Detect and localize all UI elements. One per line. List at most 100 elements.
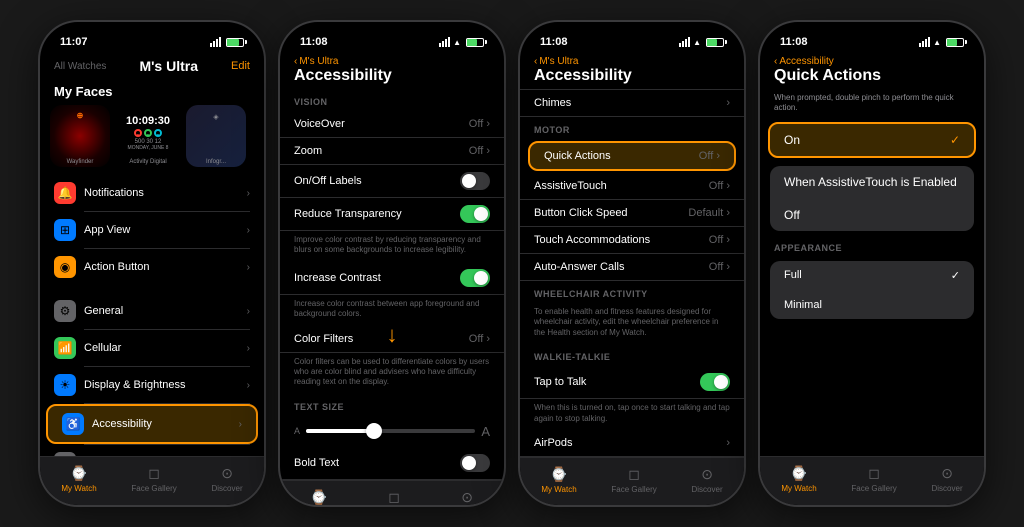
status-icons-3: ▲ (679, 37, 724, 47)
row-chimes[interactable]: Chimes › (520, 89, 744, 117)
tab-facegallery-2[interactable]: ◻ Face Gallery (371, 489, 416, 505)
zoom-label: Zoom (294, 145, 322, 157)
quickactions-label: Quick Actions (544, 150, 611, 162)
settings-siri[interactable]: 🎙 Siri › (40, 445, 264, 456)
tab-facegallery-1[interactable]: ◻ Face Gallery (131, 465, 176, 493)
boldtext-label: Bold Text (294, 457, 339, 469)
phone-4-content: ‹ Accessibility Quick Actions When promp… (760, 54, 984, 505)
row-assistivetouch[interactable]: AssistiveTouch Off › (520, 173, 744, 200)
phone-4: 11:08 ▲ ‹ Accessibility Quick Actions (758, 20, 986, 507)
phone-1-edit[interactable]: Edit (231, 60, 250, 72)
option-on-checkmark: ✓ (950, 133, 960, 147)
notifications-label: Notifications (84, 187, 239, 199)
appearance-minimal[interactable]: Minimal (770, 291, 974, 319)
tab-discover-label-1: Discover (212, 484, 243, 493)
settings-accessibility[interactable]: ♿ Accessibility › (46, 404, 258, 444)
accessibility-icon: ♿ (62, 413, 84, 435)
watch-face-wayfinder[interactable]: ⊕ Wayfinder (50, 105, 110, 167)
slider-label-small: A (294, 426, 300, 436)
row-onofflabels[interactable]: On/Off Labels (280, 165, 504, 198)
display-label: Display & Brightness (84, 379, 239, 391)
option-off-label: Off (784, 208, 800, 222)
onofflabels-toggle[interactable] (460, 172, 490, 190)
actionbutton-icon: ◉ (54, 256, 76, 278)
row-zoom[interactable]: Zoom Off › (280, 138, 504, 165)
dropdown-off[interactable]: Off (770, 199, 974, 231)
settings-display[interactable]: ☀ Display & Brightness › (40, 367, 264, 403)
settings-cellular[interactable]: 📶 Cellular › (40, 330, 264, 366)
status-bar-3: 11:08 ▲ (520, 22, 744, 54)
taptotalk-label: Tap to Talk (534, 376, 586, 388)
appearance-full-label: Full (784, 269, 802, 281)
settings-notifications[interactable]: 🔔 Notifications › (40, 175, 264, 211)
settings-actionbutton[interactable]: ◉ Action Button › (40, 249, 264, 285)
back-link-3[interactable]: ‹ M's Ultra (534, 56, 730, 67)
tab-discover-3[interactable]: ⊙ Discover (692, 466, 723, 494)
page-title-3: Accessibility (534, 67, 730, 85)
watch-face-activity[interactable]: 10:09:30 ● ● ● 500 30 12 MONDAY, JUNE 8 … (118, 105, 178, 167)
siri-icon: 🎙 (54, 452, 76, 456)
tab-facegallery-4[interactable]: ◻ Face Gallery (851, 465, 896, 493)
back-link-2[interactable]: ‹ M's Ultra (294, 56, 490, 67)
row-quickactions[interactable]: Quick Actions Off › (530, 143, 734, 169)
row-boldtext[interactable]: Bold Text (280, 447, 504, 480)
status-icons-4: ▲ (919, 37, 964, 47)
accessibility-chevron: › (239, 419, 242, 430)
nav-tabs-2: ⌚ My Watch ◻ Face Gallery ⊙ Discover (280, 480, 504, 505)
slider-thumb[interactable] (366, 423, 382, 439)
row-reducetransparency[interactable]: Reduce Transparency (280, 198, 504, 231)
boldtext-toggle[interactable] (460, 454, 490, 472)
status-bar-2: 11:08 ▲ (280, 22, 504, 54)
row-buttonclickspeed[interactable]: Button Click Speed Default › (520, 200, 744, 227)
page-title-4: Quick Actions (774, 67, 970, 85)
status-bar-4: 11:08 ▲ (760, 22, 984, 54)
tab-discover-2[interactable]: ⊙ Discover (452, 489, 483, 505)
mywatch-icon-2: ⌚ (310, 489, 327, 505)
facegallery-icon-4: ◻ (868, 465, 880, 482)
phone-2-screen: 11:08 ▲ ‹ M's Ultra Accessibility (280, 22, 504, 505)
tab-discover-4[interactable]: ⊙ Discover (932, 465, 963, 493)
dropdown-group: When AssistiveTouch is Enabled Off (770, 166, 974, 231)
tab-facegallery-3[interactable]: ◻ Face Gallery (611, 466, 656, 494)
voiceover-value: Off › (469, 118, 490, 130)
appview-icon: ⊞ (54, 219, 76, 241)
tab-discover-1[interactable]: ⊙ Discover (212, 465, 243, 493)
phone-3-screen: 11:08 ▲ ‹ M's Ultra Accessibility (520, 22, 744, 505)
tab-mywatch-3[interactable]: ⌚ My Watch (541, 466, 576, 494)
section-textsize: TEXT SIZE (280, 394, 504, 416)
chimes-label: Chimes (534, 97, 571, 109)
tab-mywatch-2[interactable]: ⌚ My Watch (301, 489, 336, 505)
time-4: 11:08 (780, 36, 808, 48)
display-icon: ☀ (54, 374, 76, 396)
back-link-4[interactable]: ‹ Accessibility (774, 56, 970, 67)
nav-tabs-1: ⌚ My Watch ◻ Face Gallery ⊙ Discover (40, 456, 264, 505)
battery-3 (706, 38, 724, 47)
buttonclickspeed-label: Button Click Speed (534, 207, 628, 219)
row-airpods[interactable]: AirPods › (520, 430, 744, 457)
appearance-minimal-label: Minimal (784, 299, 822, 311)
general-icon: ⚙ (54, 300, 76, 322)
battery-4 (946, 38, 964, 47)
row-increasecontrast[interactable]: Increase Contrast (280, 262, 504, 295)
assistivetouch-value: Off › (709, 180, 730, 192)
row-taptotalk[interactable]: Tap to Talk (520, 366, 744, 399)
settings-appview[interactable]: ⊞ App View › (40, 212, 264, 248)
tab-mywatch-4[interactable]: ⌚ My Watch (781, 465, 816, 493)
taptotalk-toggle[interactable] (700, 373, 730, 391)
row-autoanswer[interactable]: Auto-Answer Calls Off › (520, 254, 744, 281)
dropdown-on[interactable]: On ✓ (770, 124, 974, 156)
reducetransparency-toggle[interactable] (460, 205, 490, 223)
dropdown-assistivetouch[interactable]: When AssistiveTouch is Enabled (770, 166, 974, 199)
watch-face-infograph[interactable]: ◈ Infogr... (186, 105, 246, 167)
appearance-full[interactable]: Full ✓ (770, 261, 974, 291)
increasecontrast-toggle[interactable] (460, 269, 490, 287)
tab-mywatch-1[interactable]: ⌚ My Watch (61, 465, 96, 493)
status-icons-2: ▲ (439, 37, 484, 47)
slider-track[interactable] (306, 429, 475, 433)
row-voiceover[interactable]: VoiceOver Off › (280, 111, 504, 138)
phone-2-header: ‹ M's Ultra Accessibility (280, 54, 504, 89)
row-touchaccommodations[interactable]: Touch Accommodations Off › (520, 227, 744, 254)
settings-list-1: 🔔 Notifications › ⊞ App View › ◉ (40, 175, 264, 456)
phone-1-screen: 11:07 All Watches M's Ultra Edit My Face… (40, 22, 264, 505)
settings-general[interactable]: ⚙ General › (40, 293, 264, 329)
